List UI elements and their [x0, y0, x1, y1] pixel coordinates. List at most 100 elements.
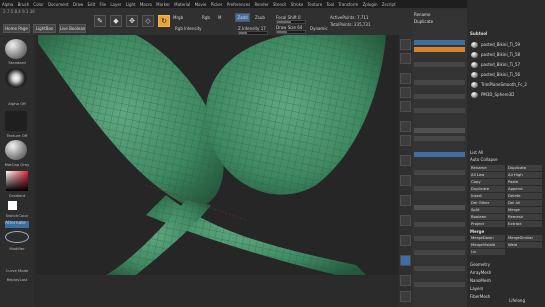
subtool-item[interactable]: PM3D_Sphere3D [481, 92, 514, 97]
scale-icon[interactable]: ◇ [142, 15, 154, 27]
live-boolean-button[interactable]: Live Boolean [59, 24, 86, 33]
subtool-action-button[interactable]: Append [507, 186, 542, 192]
menu-item-material[interactable]: Material [174, 2, 190, 7]
alternate-button[interactable]: Alternate [5, 221, 29, 228]
curve-mode-label[interactable]: Curve Mode [2, 268, 32, 273]
panel-bar-deformation[interactable] [414, 266, 465, 271]
panel-bar-merge[interactable] [414, 108, 465, 113]
floor-icon[interactable] [400, 135, 411, 146]
subtool-action-button[interactable]: Duplicate [507, 165, 542, 171]
matcap-icon[interactable] [5, 140, 27, 160]
menu-item-edit[interactable]: Edit [88, 2, 96, 7]
subtool-action-button[interactable]: Extract [507, 221, 542, 227]
menu-item-alpha[interactable]: Alpha [2, 2, 13, 7]
subtool-action-button[interactable]: Remesh [507, 214, 542, 220]
subtool-action-button[interactable]: Insert [470, 193, 505, 199]
rotate-view-icon[interactable] [400, 235, 411, 246]
subpanel-label[interactable]: FiberMesh [470, 294, 490, 299]
move-icon[interactable]: ✥ [126, 15, 138, 27]
subtool-action-button[interactable]: Del All [507, 200, 542, 206]
menu-item-texture[interactable]: Texture [308, 2, 323, 7]
merge-action-button[interactable]: Weld [507, 242, 542, 248]
menu-item-picker[interactable]: Picker [211, 2, 223, 7]
menu-item-light[interactable]: Light [126, 2, 136, 7]
dynamic-label[interactable]: Dynamic [310, 26, 328, 31]
viewport-canvas[interactable] [36, 35, 399, 275]
panel-bar-surface[interactable] [414, 250, 465, 255]
merge-action-button[interactable]: Uv [470, 249, 505, 255]
panel-bar-fibermesh[interactable] [414, 222, 465, 227]
rgb-label[interactable]: Rgb [202, 15, 210, 20]
subtool-action-button[interactable]: Rename [470, 165, 505, 171]
zadd-button[interactable]: Zadd [235, 13, 250, 22]
subpanel-label[interactable]: Layers [470, 286, 483, 291]
subtool-action-button[interactable]: Paste [507, 179, 542, 185]
m-label[interactable]: M [218, 15, 221, 20]
panel-item-duplicate[interactable]: Duplicate [414, 19, 465, 25]
subtool-action-button[interactable]: Boolean [470, 214, 505, 220]
lightbox-button[interactable]: LightBox [33, 24, 56, 33]
menu-item-zplugin[interactable]: Zplugin [362, 2, 377, 7]
subtool-action-button[interactable]: All High [507, 172, 542, 178]
menu-item-preferences[interactable]: Preferences [227, 2, 251, 7]
spix-icon[interactable] [400, 53, 411, 64]
draw-icon[interactable]: ◆ [110, 15, 122, 27]
subtool-item[interactable]: TrimPlaneSmooth_Fc_2 [481, 82, 527, 87]
color-picker[interactable] [6, 171, 28, 191]
subtool-item[interactable]: pasted_Bikini_Ti_57 [481, 62, 520, 67]
panel-bar-geometry[interactable] [414, 186, 465, 191]
menu-item-stroke[interactable]: Stroke [291, 2, 304, 7]
subtool-action-button[interactable]: Delete [507, 193, 542, 199]
panel-bar-preview[interactable] [414, 236, 465, 241]
subtool-action-button[interactable]: Copy [470, 179, 505, 185]
alpha-icon[interactable] [5, 111, 27, 131]
local-icon[interactable] [400, 155, 411, 166]
auto-collapse-button[interactable]: Auto Collapse [470, 157, 498, 162]
solo-icon[interactable] [400, 291, 411, 302]
menu-item-render[interactable]: Render [254, 2, 268, 7]
persp-icon[interactable] [400, 121, 411, 132]
subtool-action-button[interactable]: Del Other [470, 200, 505, 206]
zoom-icon[interactable] [400, 87, 411, 98]
bpr-icon[interactable] [400, 39, 411, 50]
main-color-swatch[interactable] [8, 201, 17, 210]
actual-icon[interactable] [400, 101, 411, 112]
menu-item-macro[interactable]: Macro [140, 2, 152, 7]
menu-item-stencil[interactable]: Stencil [273, 2, 287, 7]
panel-bar-boolean[interactable] [414, 128, 465, 133]
subtool-action-button[interactable]: All Low [470, 172, 505, 178]
panel-bar-project[interactable] [414, 152, 465, 157]
list-all-button[interactable]: List All [470, 150, 483, 155]
panel-bar-higherres[interactable] [414, 62, 465, 67]
subpanel-label[interactable]: NanoMesh [470, 278, 491, 283]
panel-bar-delete[interactable] [414, 80, 465, 85]
rotate-icon[interactable]: ↻ [158, 15, 170, 27]
draw-size-slider[interactable] [276, 30, 306, 34]
menu-item-tool[interactable]: Tool [326, 2, 334, 7]
panel-bar-remesh[interactable] [414, 136, 465, 141]
subtool-item[interactable]: pasted_Bikini_Ti_56 [481, 72, 520, 77]
menu-item-transform[interactable]: Transform [338, 2, 358, 7]
merge-action-button[interactable]: MergeVisible [470, 242, 505, 248]
subpanel-label[interactable]: ArrayMesh [470, 270, 491, 275]
menu-item-layer[interactable]: Layer [110, 2, 121, 7]
edit-icon[interactable]: ✎ [94, 15, 106, 27]
panel-bar-lowerres[interactable] [414, 47, 465, 52]
panel-bar-split[interactable] [414, 94, 465, 99]
stroke-dots-icon[interactable] [5, 68, 27, 88]
zsub-label[interactable]: Zsub [255, 15, 265, 20]
panel-bar-masking[interactable] [414, 282, 465, 287]
menu-item-color[interactable]: Color [33, 2, 43, 7]
frame-icon[interactable] [400, 175, 411, 186]
menu-item-movie[interactable]: Movie [195, 2, 207, 7]
menu-item-zscript[interactable]: Zscript [382, 2, 396, 7]
standard-brush-icon[interactable] [5, 39, 27, 59]
focal-shift-slider[interactable] [276, 20, 306, 24]
menu-item-marker[interactable]: Marker [156, 2, 170, 7]
menu-item-draw[interactable]: Draw [73, 2, 83, 7]
modifier-icon[interactable] [5, 231, 29, 243]
subpanel-label[interactable]: Geometry [470, 262, 490, 267]
panel-bar-extract[interactable] [414, 170, 465, 175]
transp-icon[interactable] [400, 275, 411, 286]
subtool-action-button[interactable]: Project [470, 221, 505, 227]
